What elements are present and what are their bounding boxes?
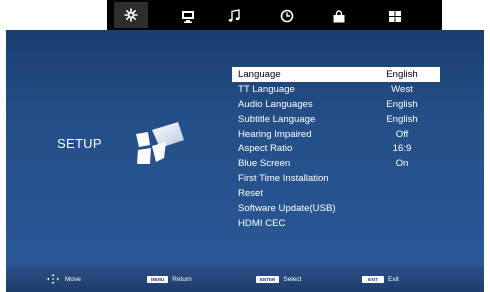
menu-item-label: Audio Languages <box>238 98 313 110</box>
menu-item-hearing-impaired[interactable]: Hearing Impaired Off <box>232 127 440 142</box>
tv-screen: SETUP Language English TT Language West Audi… <box>6 0 484 292</box>
monitor-icon <box>182 10 194 23</box>
menu-item-value: On <box>395 158 409 170</box>
menu-item-label: TT Language <box>238 83 295 95</box>
menu-item-audio-languages[interactable]: Audio Languages English <box>232 97 440 112</box>
lock-icon <box>333 9 345 22</box>
tab-setup[interactable] <box>114 2 148 28</box>
menu-item-label: First Time Installation <box>238 173 329 185</box>
menu-item-label: Hearing Impaired <box>238 128 312 140</box>
menu-item-label: Aspect Ratio <box>238 143 293 155</box>
menu-item-language[interactable]: Language English <box>232 67 440 82</box>
grid-icon <box>389 10 401 22</box>
setup-panel: SETUP Language English TT Language West Audi… <box>6 30 484 266</box>
footer-hint-bar: Move MENU Return ENTER Select EXIT Exit <box>6 266 484 292</box>
exit-key-badge: EXIT <box>362 275 385 283</box>
menu-item-value: English <box>386 113 418 125</box>
menu-item-label: Blue Screen <box>238 158 291 170</box>
return-hint: MENU Return <box>147 274 192 284</box>
menu-item-label: Subtitle Language <box>238 113 316 125</box>
setup-illustration-icon <box>136 122 184 164</box>
menu-item-value: 16:9 <box>392 143 412 155</box>
tab-sound[interactable] <box>224 7 244 25</box>
menu-item-value: Off <box>395 128 409 140</box>
menu-item-reset[interactable]: Reset <box>232 186 440 201</box>
move-hint: Move <box>47 274 81 284</box>
exit-hint: EXIT Exit <box>362 274 399 284</box>
menu-item-label: Software Update(USB) <box>238 202 336 214</box>
select-label: Select <box>283 275 302 283</box>
menu-item-subtitle-language[interactable]: Subtitle Language English <box>232 112 440 127</box>
setup-menu: Language English TT Language West Audio Lang… <box>232 67 440 231</box>
menu-item-software-update-usb[interactable]: Software Update(USB) <box>232 201 440 216</box>
menu-item-aspect-ratio[interactable]: Aspect Ratio 16:9 <box>232 141 440 156</box>
exit-label: Exit <box>388 275 399 283</box>
tab-channel[interactable] <box>385 7 405 25</box>
menu-item-value: English <box>386 68 418 80</box>
menu-item-hdmi-cec[interactable]: HDMI CEC <box>232 216 440 231</box>
gear-icon <box>124 8 138 22</box>
menu-item-tt-language[interactable]: TT Language West <box>232 82 440 97</box>
select-hint: ENTER Select <box>256 274 301 284</box>
category-tab-bar <box>107 0 442 30</box>
return-label: Return <box>172 275 192 283</box>
menu-item-label: HDMI CEC <box>238 217 286 229</box>
tab-picture[interactable] <box>178 7 198 25</box>
tab-lock[interactable] <box>329 7 349 25</box>
clock-icon <box>280 9 294 23</box>
menu-item-blue-screen[interactable]: Blue Screen On <box>232 156 440 171</box>
page-title: SETUP <box>57 136 102 151</box>
music-note-icon <box>228 9 240 22</box>
menu-item-first-time-installation[interactable]: First Time Installation <box>232 171 440 186</box>
menu-item-value: English <box>386 98 418 110</box>
menu-item-value: West <box>391 83 413 95</box>
move-label: Move <box>65 275 81 283</box>
menu-key-badge: MENU <box>147 275 169 283</box>
tab-time[interactable] <box>277 7 297 25</box>
enter-key-badge: ENTER <box>256 275 280 283</box>
menu-item-label: Reset <box>238 188 264 200</box>
menu-item-label: Language <box>238 68 281 80</box>
navigation-arrows-icon <box>47 274 59 284</box>
